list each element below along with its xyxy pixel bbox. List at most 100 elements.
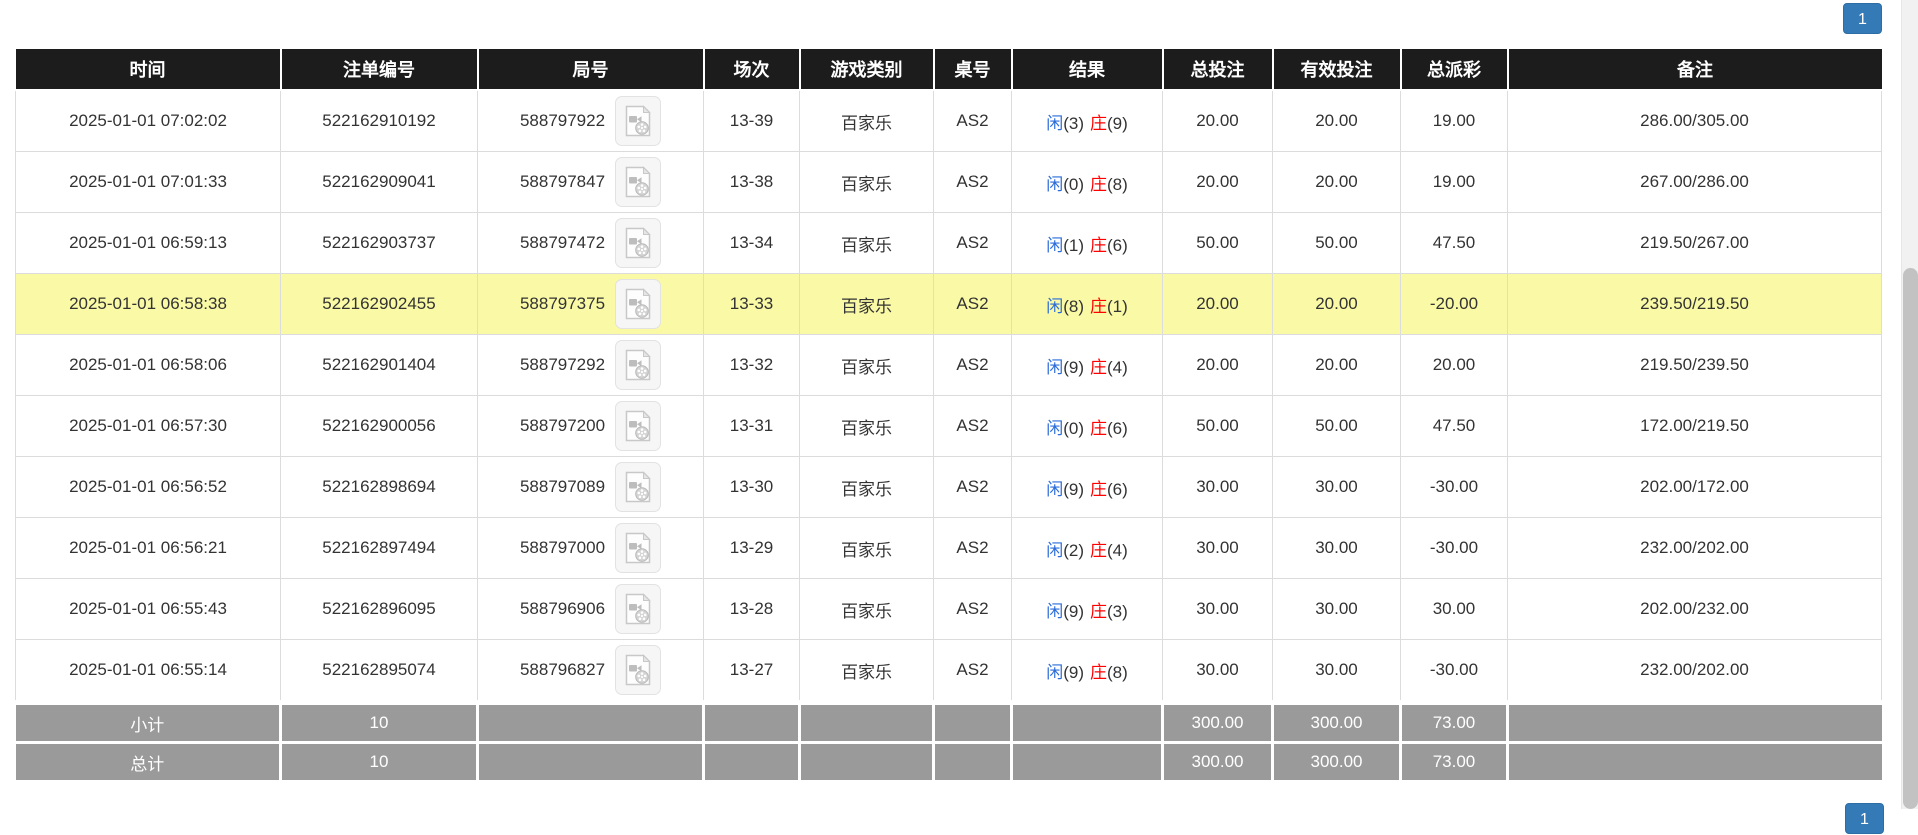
cell-table-number: AS2 [934, 274, 1012, 335]
column-header-bet-number: 注单编号 [281, 49, 478, 90]
cell-session: 13-38 [704, 152, 800, 213]
video-replay-button[interactable] [615, 401, 661, 451]
cell-remark: 286.00/305.00 [1508, 90, 1882, 152]
video-replay-button[interactable] [615, 645, 661, 695]
cell-time: 2025-01-01 07:02:02 [16, 90, 281, 152]
result-player-label: 闲 [1046, 297, 1063, 316]
video-icon [624, 654, 652, 686]
cell-result: 闲(9)庄(3) [1012, 579, 1163, 640]
cell-game-type: 百家乐 [800, 335, 934, 396]
round-number-group: 588797200 [520, 401, 661, 451]
video-replay-button[interactable] [615, 584, 661, 634]
cell-total-bet[interactable]: 20.00 [1163, 274, 1273, 335]
round-number-group: 588796827 [520, 645, 661, 695]
result-banker-score: (4) [1107, 541, 1128, 560]
cell-total-bet[interactable]: 20.00 [1163, 152, 1273, 213]
summary-label: 小计 [16, 703, 281, 743]
cell-session: 13-30 [704, 457, 800, 518]
round-number-group: 588797000 [520, 523, 661, 573]
summary-valid-bet: 300.00 [1273, 743, 1401, 782]
cell-remark: 232.00/202.00 [1508, 518, 1882, 579]
cell-game-type: 百家乐 [800, 274, 934, 335]
cell-time: 2025-01-01 06:55:14 [16, 640, 281, 703]
cell-round-number: 588796906 [478, 579, 704, 640]
cell-total-bet[interactable]: 30.00 [1163, 457, 1273, 518]
cell-round-number: 588797000 [478, 518, 704, 579]
video-replay-button[interactable] [615, 340, 661, 390]
scrollbar-track[interactable] [1901, 0, 1918, 809]
pagination-page-1-bottom[interactable]: 1 [1845, 803, 1884, 834]
result-player-label: 闲 [1046, 663, 1063, 682]
column-header-remark: 备注 [1508, 49, 1882, 90]
result-banker-label: 庄 [1090, 236, 1107, 255]
video-replay-button[interactable] [615, 218, 661, 268]
table-row: 2025-01-01 06:55:14522162895074588796827… [16, 640, 1882, 703]
cell-session: 13-34 [704, 213, 800, 274]
result-banker-label: 庄 [1090, 480, 1107, 499]
cell-bet-number: 522162896095 [281, 579, 478, 640]
round-number-group: 588797089 [520, 462, 661, 512]
cell-round-number: 588797375 [478, 274, 704, 335]
result-banker-label: 庄 [1090, 358, 1107, 377]
cell-result: 闲(9)庄(8) [1012, 640, 1163, 703]
cell-bet-number: 522162901404 [281, 335, 478, 396]
summary-empty-cell [1012, 743, 1163, 782]
cell-total-payout: 47.50 [1401, 213, 1508, 274]
result-banker-score: (9) [1107, 114, 1128, 133]
summary-empty-cell [800, 703, 934, 743]
cell-table-number: AS2 [934, 396, 1012, 457]
round-number-group: 588797472 [520, 218, 661, 268]
cell-table-number: AS2 [934, 90, 1012, 152]
cell-total-bet[interactable]: 50.00 [1163, 396, 1273, 457]
result-banker-label: 庄 [1090, 602, 1107, 621]
cell-result: 闲(2)庄(4) [1012, 518, 1163, 579]
round-number: 588797292 [520, 355, 605, 375]
cell-session: 13-31 [704, 396, 800, 457]
round-number: 588796906 [520, 599, 605, 619]
column-header-valid-bet: 有效投注 [1273, 49, 1401, 90]
column-header-total-payout: 总派彩 [1401, 49, 1508, 90]
cell-total-bet[interactable]: 30.00 [1163, 518, 1273, 579]
video-replay-button[interactable] [615, 523, 661, 573]
cell-total-bet[interactable]: 50.00 [1163, 213, 1273, 274]
cell-bet-number: 522162897494 [281, 518, 478, 579]
result-banker-score: (8) [1107, 663, 1128, 682]
cell-round-number: 588797200 [478, 396, 704, 457]
round-number-group: 588797922 [520, 96, 661, 146]
table-row: 2025-01-01 06:58:06522162901404588797292… [16, 335, 1882, 396]
summary-row: 总计10300.00300.0073.00 [16, 743, 1882, 782]
cell-game-type: 百家乐 [800, 396, 934, 457]
column-header-total-bet: 总投注 [1163, 49, 1273, 90]
cell-remark: 219.50/239.50 [1508, 335, 1882, 396]
video-replay-button[interactable] [615, 157, 661, 207]
summary-count: 10 [281, 743, 478, 782]
video-replay-button[interactable] [615, 96, 661, 146]
result-banker-label: 庄 [1090, 297, 1107, 316]
cell-remark: 232.00/202.00 [1508, 640, 1882, 703]
result-player-score: (0) [1063, 175, 1084, 194]
summary-empty-cell [1012, 703, 1163, 743]
video-replay-button[interactable] [615, 279, 661, 329]
result-player-score: (8) [1063, 297, 1084, 316]
cell-total-payout: -30.00 [1401, 518, 1508, 579]
cell-total-bet[interactable]: 30.00 [1163, 579, 1273, 640]
cell-game-type: 百家乐 [800, 579, 934, 640]
video-replay-button[interactable] [615, 462, 661, 512]
table-row: 2025-01-01 06:55:43522162896095588796906… [16, 579, 1882, 640]
cell-total-payout: -30.00 [1401, 457, 1508, 518]
table-body: 2025-01-01 07:02:02522162910192588797922… [16, 90, 1882, 703]
cell-table-number: AS2 [934, 213, 1012, 274]
cell-remark: 239.50/219.50 [1508, 274, 1882, 335]
cell-time: 2025-01-01 06:58:38 [16, 274, 281, 335]
cell-total-payout: 19.00 [1401, 152, 1508, 213]
cell-total-payout: 30.00 [1401, 579, 1508, 640]
cell-total-bet[interactable]: 20.00 [1163, 335, 1273, 396]
table-row: 2025-01-01 06:58:38522162902455588797375… [16, 274, 1882, 335]
cell-total-bet[interactable]: 30.00 [1163, 640, 1273, 703]
scrollbar-thumb[interactable] [1903, 268, 1918, 809]
round-number: 588797922 [520, 111, 605, 131]
cell-total-bet[interactable]: 20.00 [1163, 90, 1273, 152]
pagination-page-1-top[interactable]: 1 [1843, 3, 1882, 34]
summary-label: 总计 [16, 743, 281, 782]
table-row: 2025-01-01 06:59:13522162903737588797472… [16, 213, 1882, 274]
